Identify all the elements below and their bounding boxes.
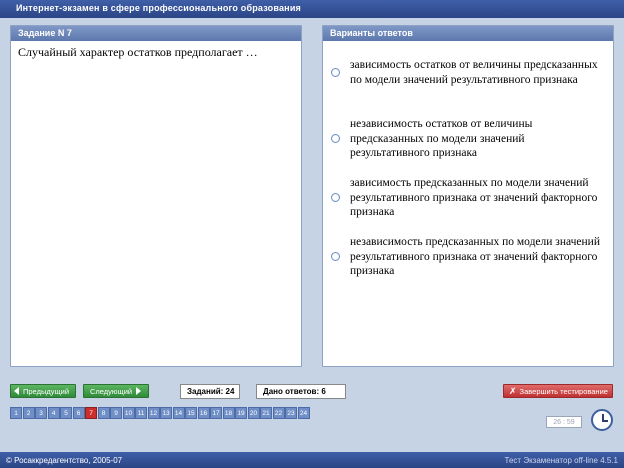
page-button-16[interactable]: 16 [197,407,210,419]
answers-header: Варианты ответов [323,26,613,41]
finish-button-label: Завершить тестирование [519,386,608,396]
prev-button-label: Предыдущий [23,386,70,396]
page-button-8[interactable]: 8 [97,407,110,419]
page-button-14[interactable]: 14 [172,407,185,419]
timer-display: 26 : 59 [546,416,582,428]
page-button-23[interactable]: 23 [285,407,297,419]
page-button-19[interactable]: 19 [235,407,247,419]
page-button-10[interactable]: 10 [122,407,135,419]
page-button-21[interactable]: 21 [260,407,272,419]
page-button-5[interactable]: 5 [60,407,72,419]
page-button-7[interactable]: 7 [85,407,97,419]
page-button-18[interactable]: 18 [222,407,235,419]
next-button[interactable]: Следующий [83,384,149,398]
radio-button[interactable] [331,68,340,77]
page-button-2[interactable]: 2 [22,407,35,419]
page-button-6[interactable]: 6 [72,407,85,419]
page-button-22[interactable]: 22 [272,407,285,419]
page-button-13[interactable]: 13 [160,407,172,419]
arrow-right-icon [136,387,142,395]
copyright-text: © Росаккредагентство, 2005-07 [6,455,123,465]
answer-option-2[interactable]: независимость остатков от величины предс… [331,117,606,161]
arrow-left-icon [14,387,19,395]
answer-option-label: зависимость остатков от величины предска… [350,59,598,86]
finish-test-button[interactable]: ✗ Завершить тестирование [503,384,613,398]
status-bar: © Росаккредагентство, 2005-07 Тест Экзам… [0,452,624,468]
question-header: Задание N 7 [11,26,301,41]
question-pager: 1 2 3 4 5 6 7 8 9 10 11 12 13 14 15 16 17 18 19 20 21 22 23 24 [10,407,310,419]
page-button-20[interactable]: 20 [247,407,260,419]
page-button-24[interactable]: 24 [297,407,310,419]
question-panel: Задание N 7 Случайный характер остатков … [10,25,302,367]
radio-button[interactable] [331,134,340,144]
runner-icon: ✗ [509,385,517,396]
answer-option-4[interactable]: независимость предсказанных по модели зн… [331,235,606,279]
page-button-17[interactable]: 17 [210,407,222,419]
answers-panel: Варианты ответов зависимость остатков от… [322,25,614,367]
question-text: Случайный характер остатков предполагает… [18,45,258,59]
page-button-11[interactable]: 11 [135,407,147,419]
clock-icon [591,409,613,431]
page-button-12[interactable]: 12 [147,407,160,419]
answer-option-3[interactable]: зависимость предсказанных по модели знач… [331,176,606,220]
answers-counter: Дано ответов: 6 [256,384,346,399]
version-text: Тест Экзаменатор off-line 4.5.1 [504,455,618,465]
page-button-1[interactable]: 1 [10,407,22,419]
answer-option-label: независимость предсказанных по модели зн… [350,236,600,277]
radio-button[interactable] [331,193,340,203]
window-title: Интернет-экзамен в сфере профессионально… [0,0,624,18]
answer-option-label: независимость остатков от величины предс… [350,118,533,159]
tasks-counter: Заданий: 24 [180,384,240,399]
prev-button[interactable]: Предыдущий [10,384,76,398]
page-button-4[interactable]: 4 [47,407,60,419]
page-button-3[interactable]: 3 [35,407,47,419]
answer-option-1[interactable]: зависимость остатков от величины предска… [331,58,606,87]
page-button-15[interactable]: 15 [185,407,197,419]
answer-option-label: зависимость предсказанных по модели знач… [350,177,598,218]
next-button-label: Следующий [90,386,133,396]
radio-button[interactable] [331,252,340,262]
page-button-9[interactable]: 9 [110,407,122,419]
